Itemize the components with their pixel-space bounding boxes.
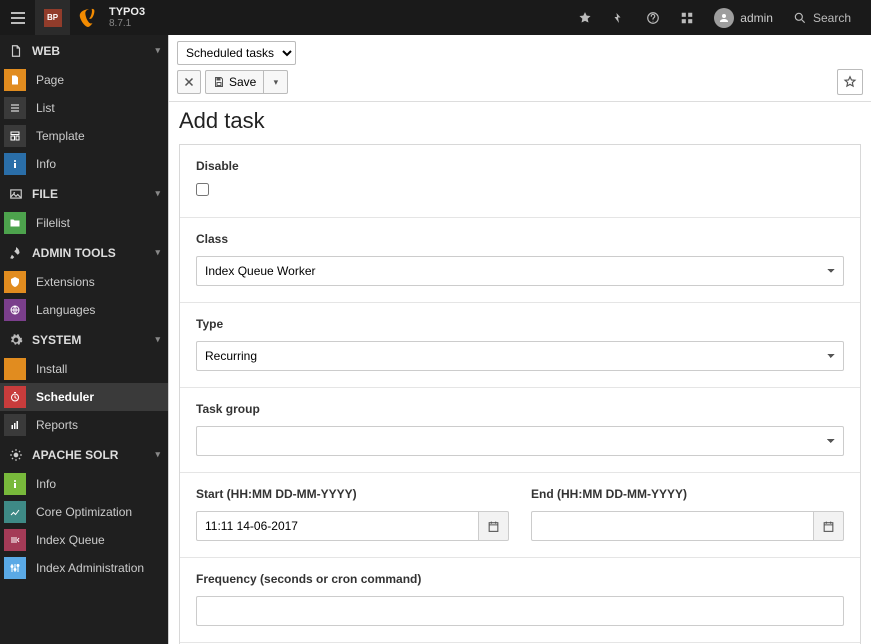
save-dropdown[interactable]: ▾ [264,70,288,94]
list-icon [4,97,26,119]
sidebar-item-languages[interactable]: Languages [0,296,168,324]
image-icon [6,187,26,201]
info-icon [4,473,26,495]
sidebar-item-filelist[interactable]: Filelist [0,209,168,237]
class-select[interactable]: Index Queue Worker [196,256,844,286]
filelist-icon [4,212,26,234]
sliders-icon [4,557,26,579]
type-select[interactable]: Recurring [196,341,844,371]
reports-icon [4,414,26,436]
form-panel: Disable Class Index Queue Worker Type Re… [179,144,861,644]
class-label: Class [196,232,844,246]
solr-icon [6,448,26,462]
rocket-icon [6,246,26,260]
avatar-icon [714,8,734,28]
sidebar-item-list[interactable]: List [0,94,168,122]
scheduler-icon [4,386,26,408]
module-sidebar: WEB ▾ Page List Template Info FILE ▾ Fil… [0,35,168,644]
sidebar-item-extensions[interactable]: Extensions [0,268,168,296]
sidebar-item-page[interactable]: Page [0,66,168,94]
file-icon [6,44,26,58]
group-select[interactable] [196,426,844,456]
brand-name: TYPO3 [109,6,145,18]
sidebar-section-solr[interactable]: APACHE SOLR ▾ [0,439,168,470]
user-label: admin [740,11,773,25]
install-icon [4,358,26,380]
page-icon [4,69,26,91]
module-menu-toggle[interactable] [0,0,35,35]
func-menu-select[interactable]: Scheduled tasks [177,41,296,65]
start-input[interactable] [196,511,479,541]
bookmarks-button[interactable] [568,0,602,35]
topbar: BP TYPO3 8.7.1 admin Search [0,0,871,35]
start-label: Start (HH:MM DD-MM-YYYY) [196,487,509,501]
docheader-toolbar: Save ▾ [169,69,871,102]
sidebar-item-solr-info[interactable]: Info [0,470,168,498]
sidebar-item-index-admin[interactable]: Index Administration [0,554,168,582]
disable-label: Disable [196,159,844,173]
sidebar-item-info[interactable]: Info [0,150,168,178]
group-label: Task group [196,402,844,416]
search-label: Search [813,11,851,25]
brand-version: 8.7.1 [109,18,145,29]
extensions-icon [4,271,26,293]
save-label: Save [229,75,256,89]
content: Add task Disable Class Index Queue Worke… [169,102,871,644]
caret-down-icon: ▾ [155,247,160,258]
typo3-logo [70,0,105,35]
sidebar-section-admin[interactable]: ADMIN TOOLS ▾ [0,237,168,268]
end-input[interactable] [531,511,814,541]
save-button[interactable]: Save [205,70,264,94]
cache-button[interactable] [602,0,636,35]
bp-icon: BP [44,9,62,27]
sidebar-item-reports[interactable]: Reports [0,411,168,439]
sidebar-section-system[interactable]: SYSTEM ▾ [0,324,168,355]
template-icon [4,125,26,147]
caret-down-icon: ▾ [155,45,160,56]
search-button[interactable]: Search [783,11,871,25]
docheader-top: Scheduled tasks [169,35,871,69]
freq-input[interactable] [196,596,844,626]
type-label: Type [196,317,844,331]
help-button[interactable] [636,0,670,35]
start-datepicker-button[interactable] [479,511,509,541]
disable-checkbox[interactable] [196,183,209,196]
sidebar-item-template[interactable]: Template [0,122,168,150]
sidebar-item-scheduler[interactable]: Scheduler [0,383,168,411]
bookmark-button[interactable] [837,69,863,95]
info-icon [4,153,26,175]
site-switch[interactable]: BP [35,0,70,35]
freq-label: Frequency (seconds or cron command) [196,572,844,586]
caret-down-icon: ▾ [155,449,160,460]
sidebar-item-index-queue[interactable]: Index Queue [0,526,168,554]
user-menu[interactable]: admin [704,8,783,28]
gear-icon [6,333,26,347]
sidebar-section-file[interactable]: FILE ▾ [0,178,168,209]
close-button[interactable] [177,70,201,94]
optimize-icon [4,501,26,523]
caret-down-icon: ▾ [274,77,279,88]
caret-down-icon: ▾ [155,334,160,345]
brand: TYPO3 8.7.1 [105,6,145,29]
languages-icon [4,299,26,321]
sidebar-section-web[interactable]: WEB ▾ [0,35,168,66]
apps-button[interactable] [670,0,704,35]
sidebar-item-core-opt[interactable]: Core Optimization [0,498,168,526]
caret-down-icon: ▾ [155,188,160,199]
main-area: Scheduled tasks Save ▾ Add task Disable [168,35,871,644]
sidebar-item-install[interactable]: Install [0,355,168,383]
queue-icon [4,529,26,551]
page-title: Add task [179,108,861,134]
end-label: End (HH:MM DD-MM-YYYY) [531,487,844,501]
end-datepicker-button[interactable] [814,511,844,541]
